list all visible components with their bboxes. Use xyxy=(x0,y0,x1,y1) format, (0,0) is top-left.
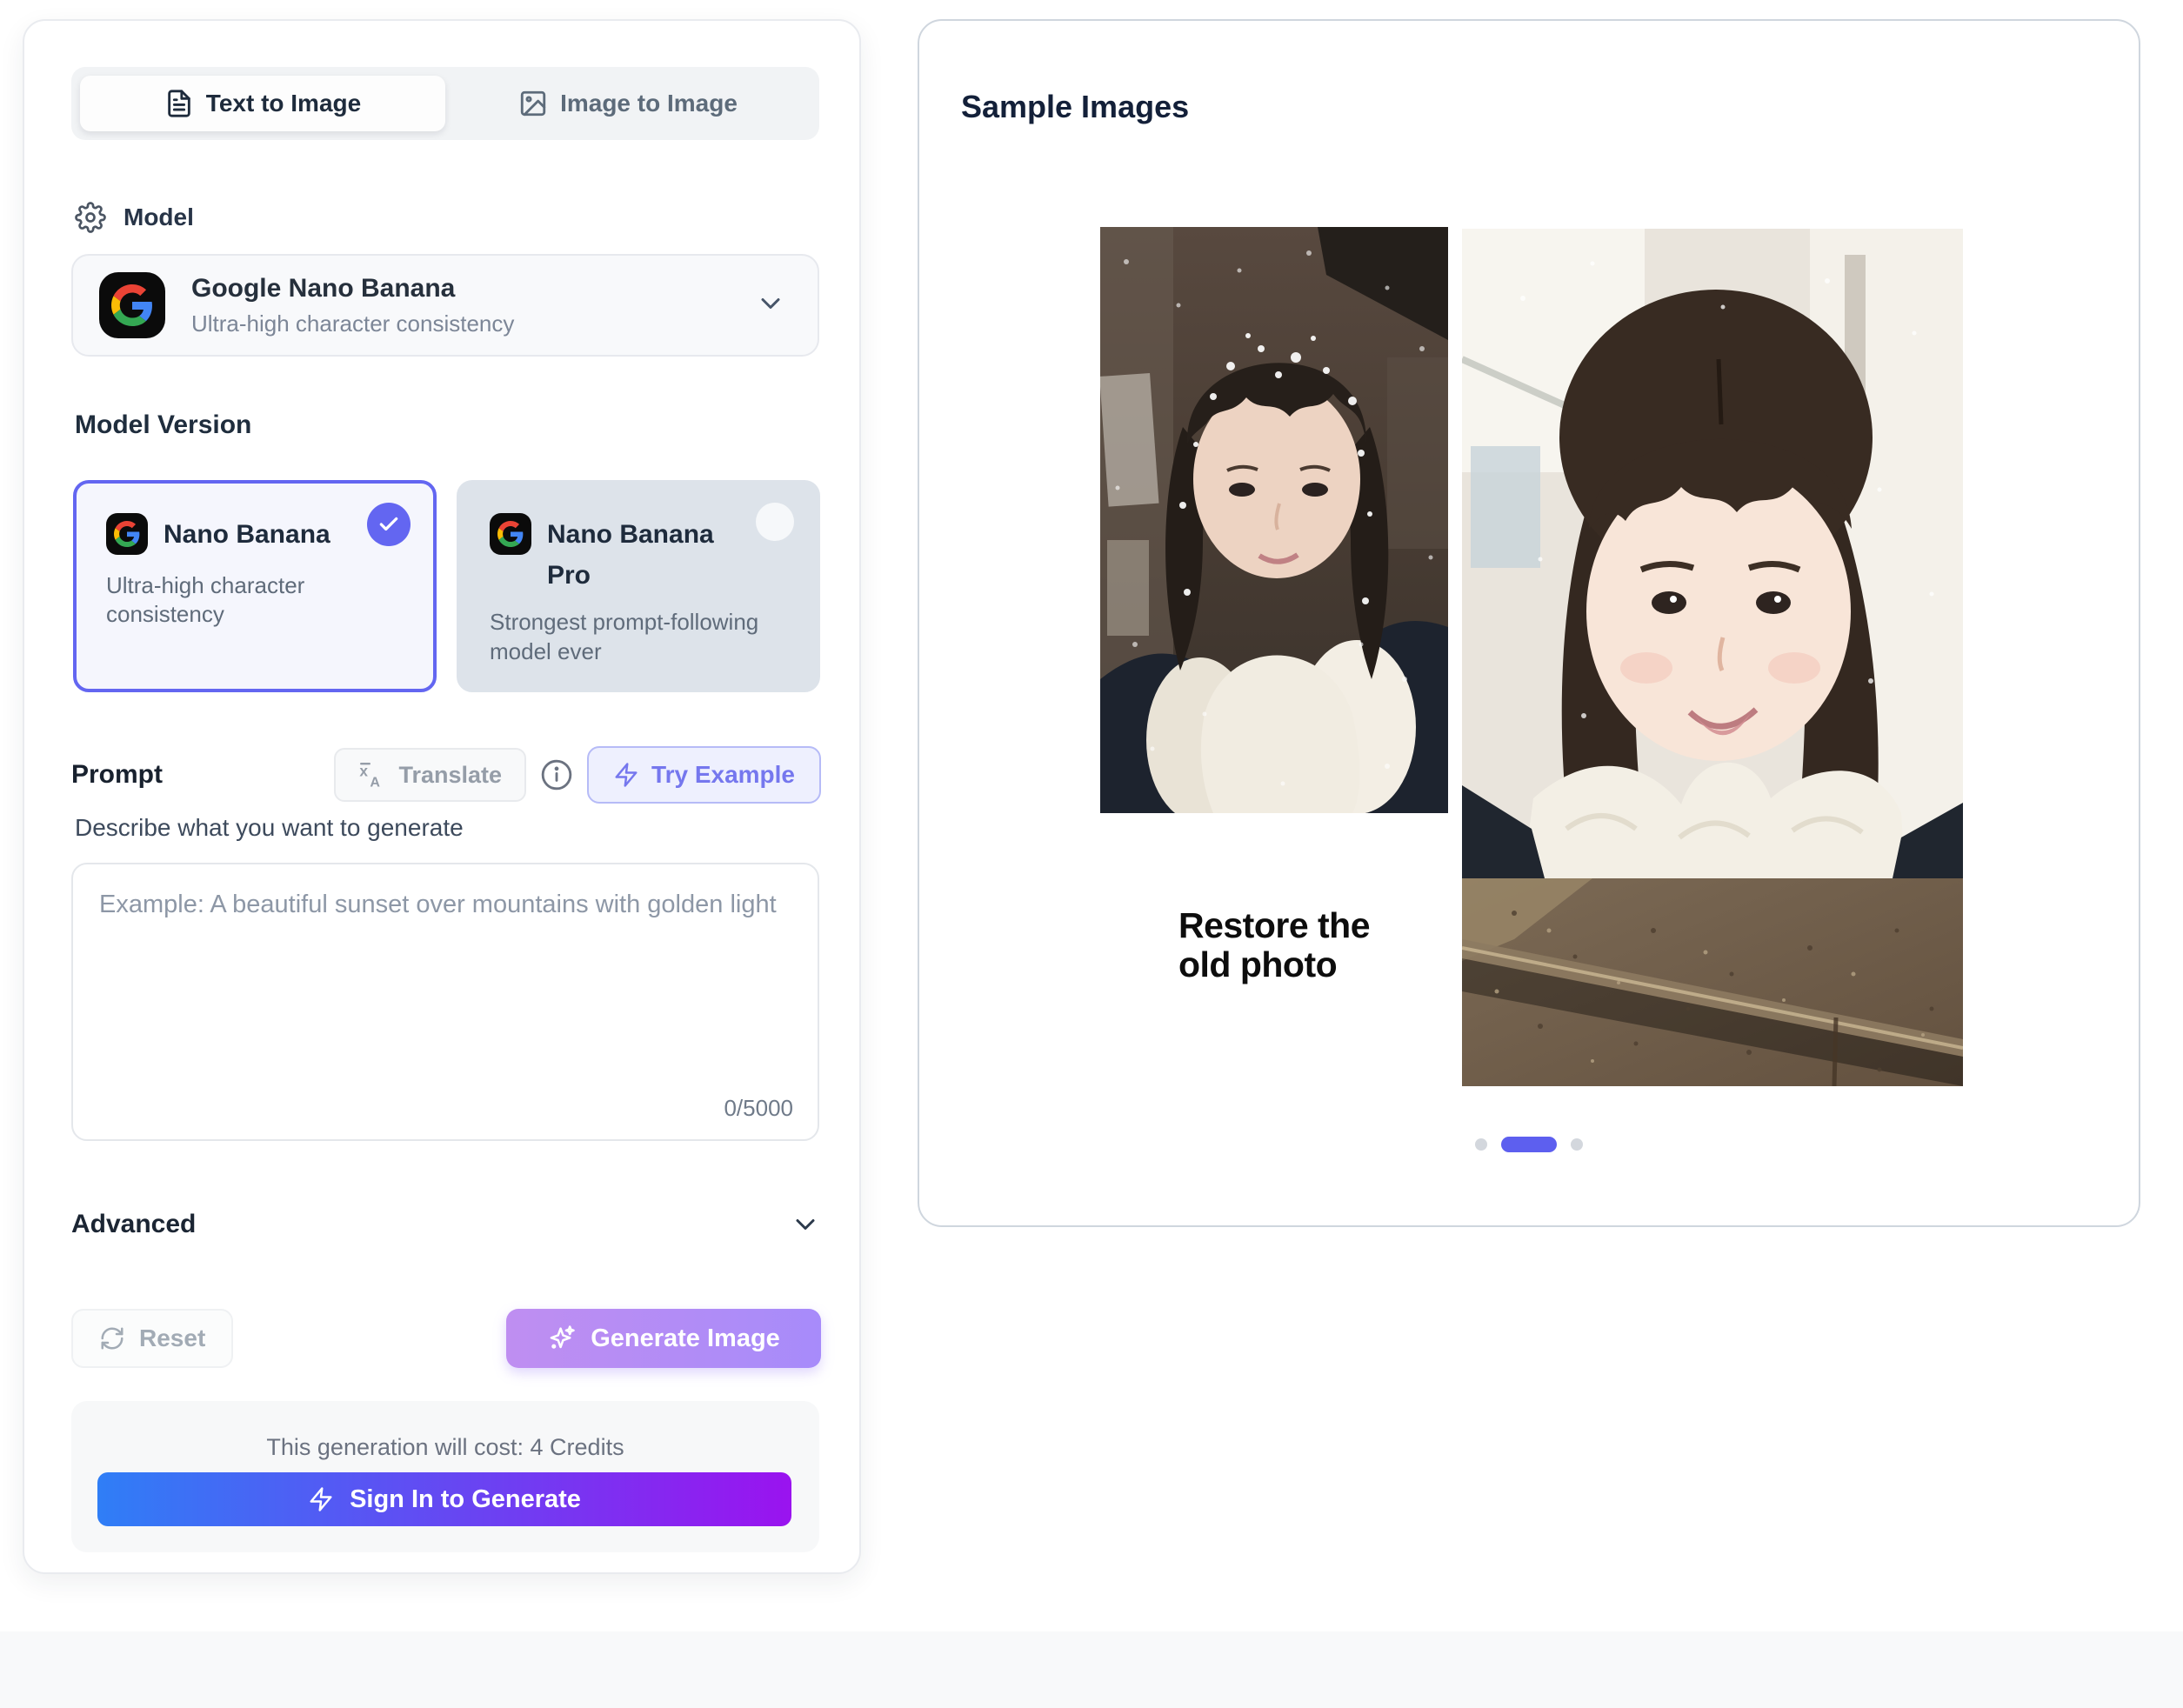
refresh-icon xyxy=(99,1325,125,1351)
sample-images-panel: Sample Images xyxy=(918,19,2140,1227)
tab-label: Text to Image xyxy=(206,90,361,117)
selected-check-badge xyxy=(367,503,411,546)
sample-restored-photo xyxy=(1462,229,1963,878)
model-version-option-nano-banana[interactable]: Nano Banana Ultra-high character consist… xyxy=(73,480,437,692)
tab-image-to-image[interactable]: Image to Image xyxy=(445,76,811,131)
sparkles-icon xyxy=(547,1324,577,1353)
lightning-icon xyxy=(613,762,639,788)
prompt-header: Prompt xA Translate Try Example xyxy=(71,744,821,805)
tab-text-to-image[interactable]: Text to Image xyxy=(80,76,445,131)
model-version-options: Nano Banana Ultra-high character consist… xyxy=(73,480,821,692)
reset-button[interactable]: Reset xyxy=(71,1309,233,1368)
selected-model-description: Ultra-high character consistency xyxy=(191,310,729,337)
advanced-toggle[interactable]: Advanced xyxy=(71,1209,821,1240)
restored-photo-illustration xyxy=(1462,229,1963,878)
model-section-label: Model xyxy=(124,203,194,231)
cost-panel: This generation will cost: 4 Credits Sig… xyxy=(71,1401,819,1552)
model-version-name: Nano Banana xyxy=(164,513,330,556)
actions-row: Reset Generate Image xyxy=(71,1309,821,1368)
sign-in-to-generate-button[interactable]: Sign In to Generate xyxy=(97,1472,791,1526)
selected-model-name: Google Nano Banana xyxy=(191,274,729,304)
document-icon xyxy=(164,89,194,118)
unselected-radio-badge xyxy=(756,503,794,541)
image-icon xyxy=(518,89,548,118)
google-logo-icon xyxy=(106,513,148,555)
model-version-name: Nano Banana Pro xyxy=(547,513,751,596)
carousel-dots xyxy=(919,1137,2139,1152)
sign-in-label: Sign In to Generate xyxy=(350,1485,581,1514)
generator-panel: Text to Image Image to Image Model Googl… xyxy=(23,19,861,1574)
model-selector-dropdown[interactable]: Google Nano Banana Ultra-high character … xyxy=(71,254,819,357)
google-logo-icon xyxy=(490,513,531,555)
model-version-option-nano-banana-pro[interactable]: Nano Banana Pro Strongest prompt-followi… xyxy=(457,480,820,692)
tab-label: Image to Image xyxy=(560,90,738,117)
model-version-description: Strongest prompt-following model ever xyxy=(490,608,791,667)
translate-icon: xA xyxy=(358,761,386,789)
chevron-down-icon xyxy=(755,288,786,319)
prompt-textarea[interactable] xyxy=(73,864,818,1073)
info-icon[interactable] xyxy=(540,758,573,791)
reset-label: Reset xyxy=(139,1324,205,1352)
caption-line-2: old photo xyxy=(1178,944,1337,984)
caption-line-1: Restore the xyxy=(1178,905,1370,945)
prompt-field-label: Describe what you want to generate xyxy=(75,814,464,842)
translate-label: Translate xyxy=(398,762,502,789)
prompt-input-wrapper: 0/5000 xyxy=(71,863,819,1141)
gear-icon xyxy=(75,202,106,233)
sample-old-photo xyxy=(1100,227,1448,813)
model-version-label: Model Version xyxy=(75,410,251,440)
check-icon xyxy=(377,513,400,536)
translate-button[interactable]: xA Translate xyxy=(334,748,526,802)
sample-caption: Restore theold photo xyxy=(1100,906,1448,984)
google-logo-icon xyxy=(99,272,165,338)
carousel-dot-active[interactable] xyxy=(1501,1137,1557,1152)
sample-images-title: Sample Images xyxy=(961,89,1189,125)
page-footer-strip xyxy=(0,1631,2183,1708)
model-section-header: Model xyxy=(75,202,194,233)
svg-text:A: A xyxy=(371,775,381,789)
texture-photo-illustration xyxy=(1462,878,1963,1086)
char-counter: 0/5000 xyxy=(724,1095,793,1122)
chevron-down-icon xyxy=(790,1209,821,1240)
try-example-button[interactable]: Try Example xyxy=(587,746,821,804)
model-version-description: Ultra-high character consistency xyxy=(106,571,407,630)
carousel-dot[interactable] xyxy=(1475,1138,1487,1151)
prompt-label: Prompt xyxy=(71,760,163,790)
sample-texture-photo xyxy=(1462,878,1963,1086)
lightning-icon xyxy=(308,1486,334,1512)
old-photo-illustration xyxy=(1100,227,1448,813)
mode-tabbar: Text to Image Image to Image xyxy=(71,67,819,140)
cost-text: This generation will cost: 4 Credits xyxy=(71,1434,819,1461)
try-example-label: Try Example xyxy=(651,761,795,789)
advanced-label: Advanced xyxy=(71,1210,196,1239)
generate-image-label: Generate Image xyxy=(591,1324,780,1353)
generate-image-button[interactable]: Generate Image xyxy=(506,1309,821,1368)
carousel-dot[interactable] xyxy=(1571,1138,1583,1151)
